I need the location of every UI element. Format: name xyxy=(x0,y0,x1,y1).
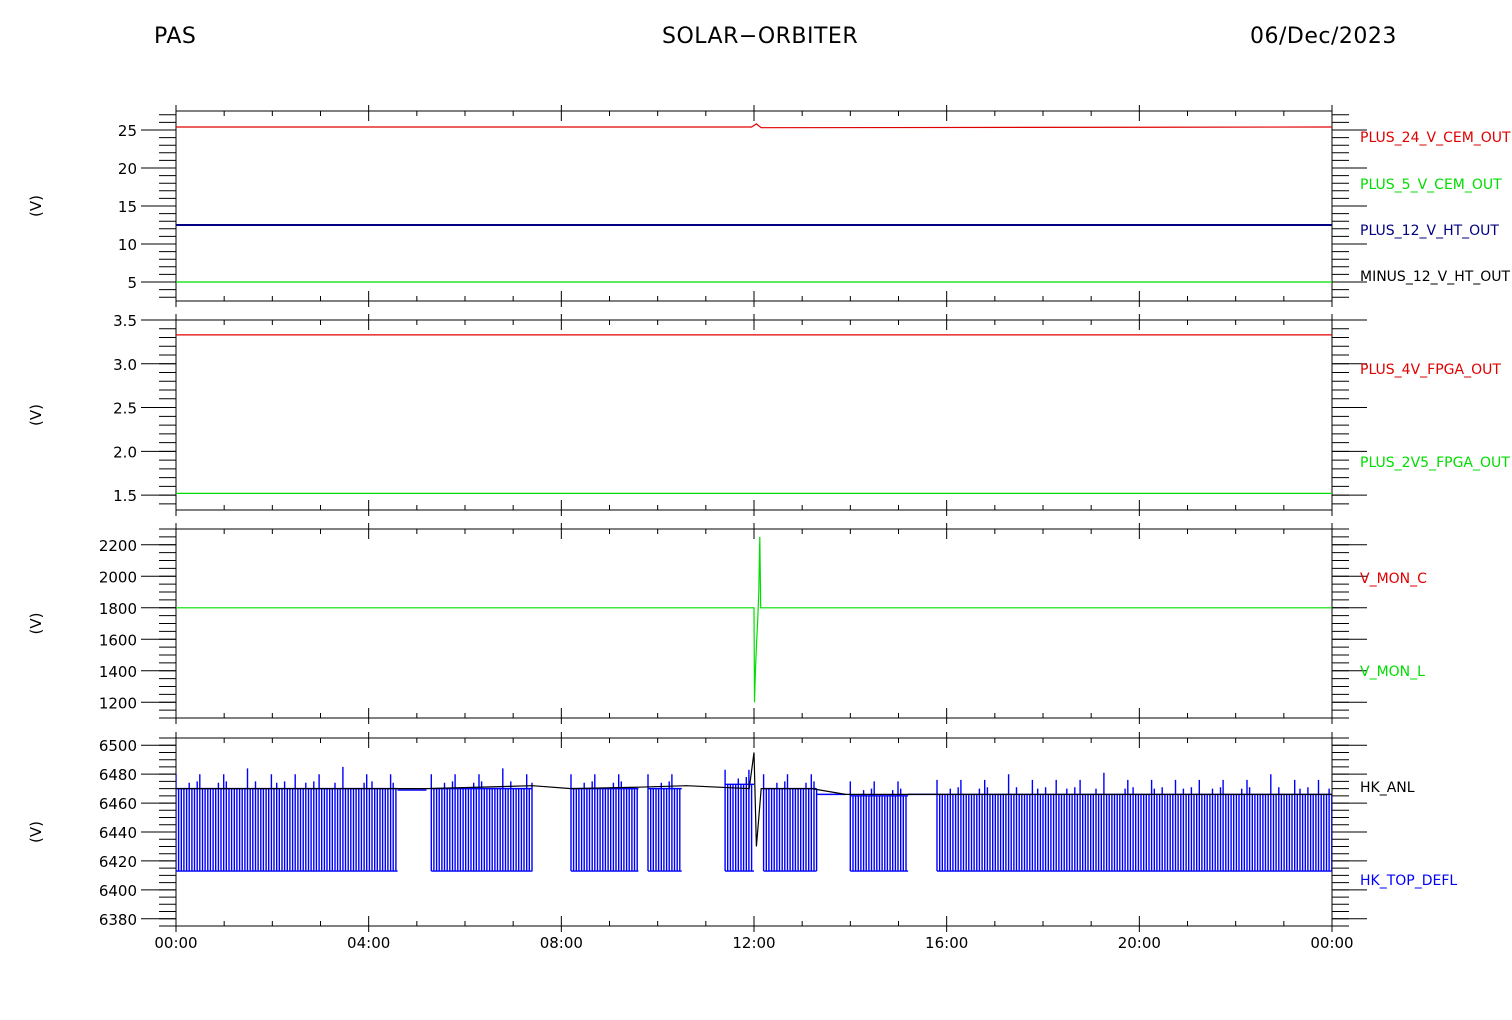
legend-entry: PLUS_24_V_CEM_OUT xyxy=(1360,130,1511,146)
legend-entry: PLUS_12_V_HT_OUT xyxy=(1360,223,1499,239)
panel-4: 6380 6400 6420 6440 6460 6480 6500 (V) HK_ANL HK_… xyxy=(27,732,1457,932)
series-plus-24-v-cem-out xyxy=(176,123,1332,129)
panel-1: 5 10 15 20 25 (V) PLUS_24_V_CEM_OUT PLUS_5_V_CE… xyxy=(27,105,1511,307)
y-tick-label: 1400 xyxy=(99,663,137,681)
y-tick-label: 10 xyxy=(118,236,137,254)
hk-top-defl-burst xyxy=(647,774,682,872)
y-axis-label: (V) xyxy=(27,613,45,635)
data-layer xyxy=(176,752,1332,872)
y-tick-label: 6420 xyxy=(99,853,137,871)
y-tick-label: 1600 xyxy=(99,631,137,649)
x-tick-label: 16:00 xyxy=(925,934,968,952)
legend-entry: PLUS_2V5_FPGA_OUT xyxy=(1360,455,1510,471)
x-tick-label: 04:00 xyxy=(347,934,390,952)
y-tick-label: 15 xyxy=(118,198,137,216)
x-tick-label: 12:00 xyxy=(732,934,775,952)
y-tick-label: 6460 xyxy=(99,795,137,813)
y-tick-label: 6400 xyxy=(99,882,137,900)
y-tick-label: 5 xyxy=(127,274,137,292)
panel-frame xyxy=(175,319,1333,511)
y-tick-label: 25 xyxy=(118,122,137,140)
y-axis-label: (V) xyxy=(27,821,45,843)
hk-top-defl-burst xyxy=(176,766,398,872)
y-tick-label: 2200 xyxy=(99,537,137,555)
legend-entry: HK_ANL xyxy=(1360,780,1415,796)
y-tick-label: 2.0 xyxy=(113,443,137,461)
y-tick-label: 6380 xyxy=(99,911,137,929)
data-layer xyxy=(176,334,1332,494)
legend-entry: PLUS_4V_FPGA_OUT xyxy=(1360,362,1501,378)
series-v-mon-l xyxy=(176,536,1332,703)
data-layer xyxy=(176,123,1332,283)
x-tick-label: 00:00 xyxy=(154,934,197,952)
y-tick-label: 3.0 xyxy=(113,356,137,374)
x-tick-label: 20:00 xyxy=(1118,934,1161,952)
y-tick-label: 6480 xyxy=(99,766,137,784)
legend-entry: MINUS_12_V_HT_OUT xyxy=(1360,269,1511,285)
y-tick-label: 2.5 xyxy=(113,400,137,418)
hk-top-defl-burst xyxy=(936,772,1332,872)
x-tick-label: 08:00 xyxy=(540,934,583,952)
x-tick-label: 00:00 xyxy=(1310,934,1353,952)
y-tick-label: 1.5 xyxy=(113,487,137,505)
y-tick-label: 1800 xyxy=(99,600,137,618)
legend-entry: HK_TOP_DEFL xyxy=(1360,873,1457,889)
series-hk-anl xyxy=(176,752,1332,847)
y-tick-label: 1200 xyxy=(99,694,137,712)
y-tick-label: 6500 xyxy=(99,737,137,755)
legend-entry: V_MON_C xyxy=(1360,571,1427,587)
panel-3: 1200 1400 1600 1800 2000 2200 (V) V_MON_C V_MON_… xyxy=(27,523,1427,724)
legend-entry: V_MON_L xyxy=(1360,664,1425,680)
y-axis-label: (V) xyxy=(27,404,45,426)
housekeeping-plot: 5 10 15 20 25 (V) PLUS_24_V_CEM_OUT PLUS_5_V_CE… xyxy=(27,105,1511,952)
y-tick-label: 2000 xyxy=(99,568,137,586)
panel-frame xyxy=(175,110,1333,302)
legend-entry: PLUS_5_V_CEM_OUT xyxy=(1360,177,1502,193)
y-tick-label: 3.5 xyxy=(113,312,137,330)
y-axis-label: (V) xyxy=(27,195,45,217)
data-layer xyxy=(176,536,1332,703)
hk-top-defl-burst xyxy=(430,768,533,872)
y-tick-label: 20 xyxy=(118,160,137,178)
y-tick-label: 6440 xyxy=(99,824,137,842)
panel-2: 1.5 2.0 2.5 3.0 3.5 (V) PLUS_4V_FPGA_OUT PLUS_2… xyxy=(27,312,1510,516)
